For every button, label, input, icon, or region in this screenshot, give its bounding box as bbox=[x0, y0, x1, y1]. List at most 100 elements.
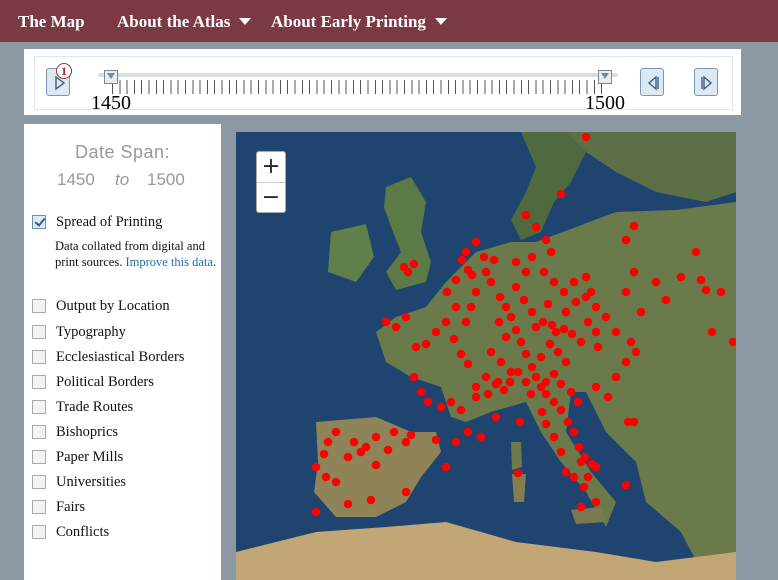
printing-location-marker[interactable] bbox=[501, 332, 511, 342]
printing-location-marker[interactable] bbox=[423, 397, 433, 407]
printing-location-marker[interactable] bbox=[629, 221, 639, 231]
printing-location-marker[interactable] bbox=[383, 445, 393, 455]
printing-location-marker[interactable] bbox=[556, 447, 566, 457]
printing-location-marker[interactable] bbox=[463, 359, 473, 369]
printing-location-marker[interactable] bbox=[549, 277, 559, 287]
checkbox[interactable] bbox=[32, 425, 46, 439]
printing-location-marker[interactable] bbox=[476, 432, 486, 442]
printing-location-marker[interactable] bbox=[553, 347, 563, 357]
printing-location-marker[interactable] bbox=[527, 307, 537, 317]
printing-location-marker[interactable] bbox=[319, 449, 329, 459]
printing-location-marker[interactable] bbox=[371, 460, 381, 470]
printing-location-marker[interactable] bbox=[516, 337, 526, 347]
printing-location-marker[interactable] bbox=[586, 287, 596, 297]
printing-location-marker[interactable] bbox=[511, 282, 521, 292]
step-forward-button[interactable] bbox=[694, 68, 718, 96]
printing-location-marker[interactable] bbox=[546, 247, 556, 257]
map-canvas[interactable] bbox=[236, 132, 736, 580]
printing-location-marker[interactable] bbox=[571, 297, 581, 307]
printing-location-marker[interactable] bbox=[441, 317, 451, 327]
printing-location-marker[interactable] bbox=[406, 430, 416, 440]
zoom-out-button[interactable]: − bbox=[257, 183, 285, 213]
printing-location-marker[interactable] bbox=[481, 267, 491, 277]
printing-location-marker[interactable] bbox=[471, 392, 481, 402]
printing-location-marker[interactable] bbox=[611, 327, 621, 337]
printing-location-marker[interactable] bbox=[539, 267, 549, 277]
printing-location-marker[interactable] bbox=[538, 317, 548, 327]
printing-location-marker[interactable] bbox=[543, 299, 553, 309]
printing-location-marker[interactable] bbox=[651, 277, 661, 287]
printing-location-marker[interactable] bbox=[569, 277, 579, 287]
printing-location-marker[interactable] bbox=[343, 452, 353, 462]
printing-location-marker[interactable] bbox=[541, 377, 551, 387]
zoom-in-button[interactable]: + bbox=[257, 152, 285, 182]
printing-location-marker[interactable] bbox=[583, 317, 593, 327]
printing-location-marker[interactable] bbox=[446, 397, 456, 407]
printing-location-marker[interactable] bbox=[431, 327, 441, 337]
printing-location-marker[interactable] bbox=[583, 472, 593, 482]
printing-location-marker[interactable] bbox=[431, 435, 441, 445]
printing-location-marker[interactable] bbox=[541, 419, 551, 429]
printing-location-marker[interactable] bbox=[526, 389, 536, 399]
printing-location-marker[interactable] bbox=[421, 339, 431, 349]
europe-map[interactable] bbox=[236, 132, 736, 580]
printing-location-marker[interactable] bbox=[456, 349, 466, 359]
printing-location-marker[interactable] bbox=[321, 472, 331, 482]
printing-location-marker[interactable] bbox=[707, 327, 717, 337]
checkbox[interactable] bbox=[32, 350, 46, 364]
printing-location-marker[interactable] bbox=[311, 462, 321, 472]
printing-location-marker[interactable] bbox=[471, 237, 481, 247]
printing-location-marker[interactable] bbox=[696, 275, 706, 285]
printing-location-marker[interactable] bbox=[491, 379, 501, 389]
printing-location-marker[interactable] bbox=[494, 317, 504, 327]
printing-location-marker[interactable] bbox=[349, 437, 359, 447]
nav-about-printing[interactable]: About Early Printing bbox=[271, 12, 447, 32]
printing-location-marker[interactable] bbox=[399, 262, 409, 272]
printing-location-marker[interactable] bbox=[515, 417, 525, 427]
printing-location-marker[interactable] bbox=[442, 287, 452, 297]
printing-location-marker[interactable] bbox=[551, 327, 561, 337]
printing-location-marker[interactable] bbox=[451, 437, 461, 447]
printing-location-marker[interactable] bbox=[505, 377, 515, 387]
printing-location-marker[interactable] bbox=[549, 369, 559, 379]
printing-location-marker[interactable] bbox=[593, 342, 603, 352]
printing-location-marker[interactable] bbox=[545, 339, 555, 349]
printing-location-marker[interactable] bbox=[463, 265, 473, 275]
printing-location-marker[interactable] bbox=[495, 292, 505, 302]
printing-location-marker[interactable] bbox=[591, 382, 601, 392]
printing-location-marker[interactable] bbox=[611, 372, 621, 382]
printing-location-marker[interactable] bbox=[591, 302, 601, 312]
printing-location-marker[interactable] bbox=[621, 357, 631, 367]
printing-location-marker[interactable] bbox=[676, 272, 686, 282]
printing-location-marker[interactable] bbox=[631, 347, 641, 357]
nav-about-atlas[interactable]: About the Atlas bbox=[117, 12, 252, 32]
printing-location-marker[interactable] bbox=[481, 372, 491, 382]
printing-location-marker[interactable] bbox=[549, 432, 559, 442]
checkbox-checked[interactable] bbox=[32, 215, 46, 229]
printing-location-marker[interactable] bbox=[569, 472, 579, 482]
checkbox[interactable] bbox=[32, 375, 46, 389]
printing-location-marker[interactable] bbox=[389, 427, 399, 437]
printing-location-marker[interactable] bbox=[621, 480, 631, 490]
improve-data-link[interactable]: Improve this data bbox=[125, 255, 212, 269]
printing-location-marker[interactable] bbox=[621, 235, 631, 245]
printing-location-marker[interactable] bbox=[471, 382, 481, 392]
printing-location-marker[interactable] bbox=[511, 257, 521, 267]
printing-location-marker[interactable] bbox=[401, 437, 411, 447]
printing-location-marker[interactable] bbox=[549, 397, 559, 407]
checkbox[interactable] bbox=[32, 450, 46, 464]
printing-location-marker[interactable] bbox=[513, 367, 523, 377]
printing-location-marker[interactable] bbox=[381, 317, 391, 327]
printing-location-marker[interactable] bbox=[556, 379, 566, 389]
printing-location-marker[interactable] bbox=[661, 295, 671, 305]
printing-location-marker[interactable] bbox=[456, 405, 466, 415]
printing-location-marker[interactable] bbox=[563, 417, 573, 427]
printing-location-marker[interactable] bbox=[323, 437, 333, 447]
printing-location-marker[interactable] bbox=[521, 267, 531, 277]
checkbox[interactable] bbox=[32, 525, 46, 539]
printing-location-marker[interactable] bbox=[537, 407, 547, 417]
printing-location-marker[interactable] bbox=[401, 312, 411, 322]
printing-location-marker[interactable] bbox=[527, 252, 537, 262]
printing-location-marker[interactable] bbox=[541, 235, 551, 245]
printing-location-marker[interactable] bbox=[591, 462, 601, 472]
